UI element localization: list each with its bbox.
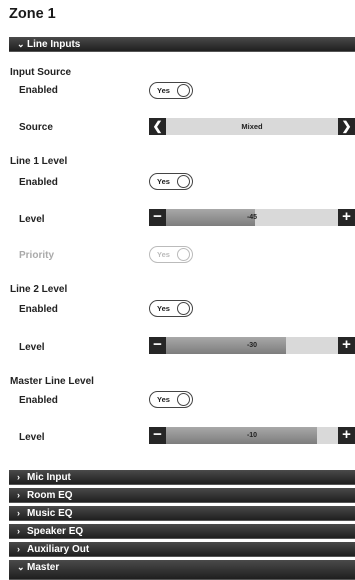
toggle-knob bbox=[177, 393, 190, 406]
line1-level-slider[interactable]: − -45 + bbox=[149, 209, 355, 226]
line2-enabled-label: Enabled bbox=[19, 304, 58, 315]
section-header-label: Line Inputs bbox=[27, 39, 81, 50]
line2-level-slider[interactable]: − -30 + bbox=[149, 337, 355, 354]
section-header-label: Room EQ bbox=[27, 490, 73, 501]
line2-increase-button[interactable]: + bbox=[338, 337, 355, 354]
source-picker: ❮ Mixed ❯ bbox=[149, 118, 355, 135]
master-level-label: Level bbox=[19, 432, 45, 443]
toggle-text: Yes bbox=[157, 395, 170, 404]
master-line-heading: Master Line Level bbox=[10, 376, 94, 387]
chevron-right-icon: › bbox=[17, 508, 20, 518]
toggle-knob bbox=[177, 175, 190, 188]
plus-icon: + bbox=[342, 337, 351, 353]
toggle-text: Yes bbox=[157, 250, 170, 259]
section-header-music-eq[interactable]: › Music EQ bbox=[9, 506, 355, 521]
section-header-mic-input[interactable]: › Mic Input bbox=[9, 470, 355, 485]
line1-priority-toggle[interactable]: Yes bbox=[149, 246, 193, 263]
chevron-right-icon: › bbox=[17, 526, 20, 536]
section-header-label: Auxiliary Out bbox=[27, 544, 90, 555]
line1-increase-button[interactable]: + bbox=[338, 209, 355, 226]
chevron-right-icon: › bbox=[17, 472, 20, 482]
source-prev-button[interactable]: ❮ bbox=[149, 118, 166, 135]
master-decrease-button[interactable]: − bbox=[149, 427, 166, 444]
input-source-heading: Input Source bbox=[10, 67, 72, 78]
toggle-knob bbox=[177, 84, 190, 97]
input-source-enabled-toggle[interactable]: Yes bbox=[149, 82, 193, 99]
source-next-button[interactable]: ❯ bbox=[338, 118, 355, 135]
toggle-knob bbox=[177, 248, 190, 261]
section-header-master[interactable]: ⌄ Master bbox=[9, 560, 355, 580]
chevron-down-icon: ⌄ bbox=[17, 39, 25, 49]
line1-decrease-button[interactable]: − bbox=[149, 209, 166, 226]
section-header-auxiliary-out[interactable]: › Auxiliary Out bbox=[9, 542, 355, 557]
chevron-left-icon: ❮ bbox=[152, 119, 163, 133]
chevron-right-icon: › bbox=[17, 544, 20, 554]
minus-icon: − bbox=[153, 427, 162, 443]
page-title: Zone 1 bbox=[9, 6, 56, 22]
toggle-text: Yes bbox=[157, 177, 170, 186]
line1-priority-label: Priority bbox=[19, 250, 55, 261]
plus-icon: + bbox=[342, 209, 351, 225]
master-enabled-label: Enabled bbox=[19, 395, 58, 406]
line2-heading: Line 2 Level bbox=[10, 284, 68, 295]
minus-icon: − bbox=[153, 209, 162, 225]
line2-enabled-toggle[interactable]: Yes bbox=[149, 300, 193, 317]
line1-level-label: Level bbox=[19, 214, 45, 225]
section-header-line-inputs[interactable]: ⌄ Line Inputs bbox=[9, 37, 355, 52]
section-header-speaker-eq[interactable]: › Speaker EQ bbox=[9, 524, 355, 539]
chevron-right-icon: ❯ bbox=[341, 119, 352, 133]
line1-heading: Line 1 Level bbox=[10, 156, 68, 167]
section-header-label: Music EQ bbox=[27, 508, 73, 519]
toggle-text: Yes bbox=[157, 86, 170, 95]
source-label: Source bbox=[19, 122, 53, 133]
minus-icon: − bbox=[153, 337, 162, 353]
source-value: Mixed bbox=[241, 122, 263, 131]
toggle-text: Yes bbox=[157, 304, 170, 313]
line2-level-label: Level bbox=[19, 342, 45, 353]
chevron-down-icon: ⌄ bbox=[17, 562, 25, 572]
master-enabled-toggle[interactable]: Yes bbox=[149, 391, 193, 408]
section-header-label: Master bbox=[27, 562, 60, 573]
line1-enabled-label: Enabled bbox=[19, 177, 58, 188]
line1-level-value: -45 bbox=[246, 214, 258, 221]
plus-icon: + bbox=[342, 427, 351, 443]
section-header-room-eq[interactable]: › Room EQ bbox=[9, 488, 355, 503]
line2-decrease-button[interactable]: − bbox=[149, 337, 166, 354]
toggle-knob bbox=[177, 302, 190, 315]
section-header-label: Speaker EQ bbox=[27, 526, 84, 537]
line1-enabled-toggle[interactable]: Yes bbox=[149, 173, 193, 190]
master-level-value: -10 bbox=[246, 432, 258, 439]
line2-level-value: -30 bbox=[246, 342, 258, 349]
chevron-right-icon: › bbox=[17, 490, 20, 500]
master-increase-button[interactable]: + bbox=[338, 427, 355, 444]
section-header-label: Mic Input bbox=[27, 472, 71, 483]
master-level-slider[interactable]: − -10 + bbox=[149, 427, 355, 444]
input-source-enabled-label: Enabled bbox=[19, 85, 58, 96]
